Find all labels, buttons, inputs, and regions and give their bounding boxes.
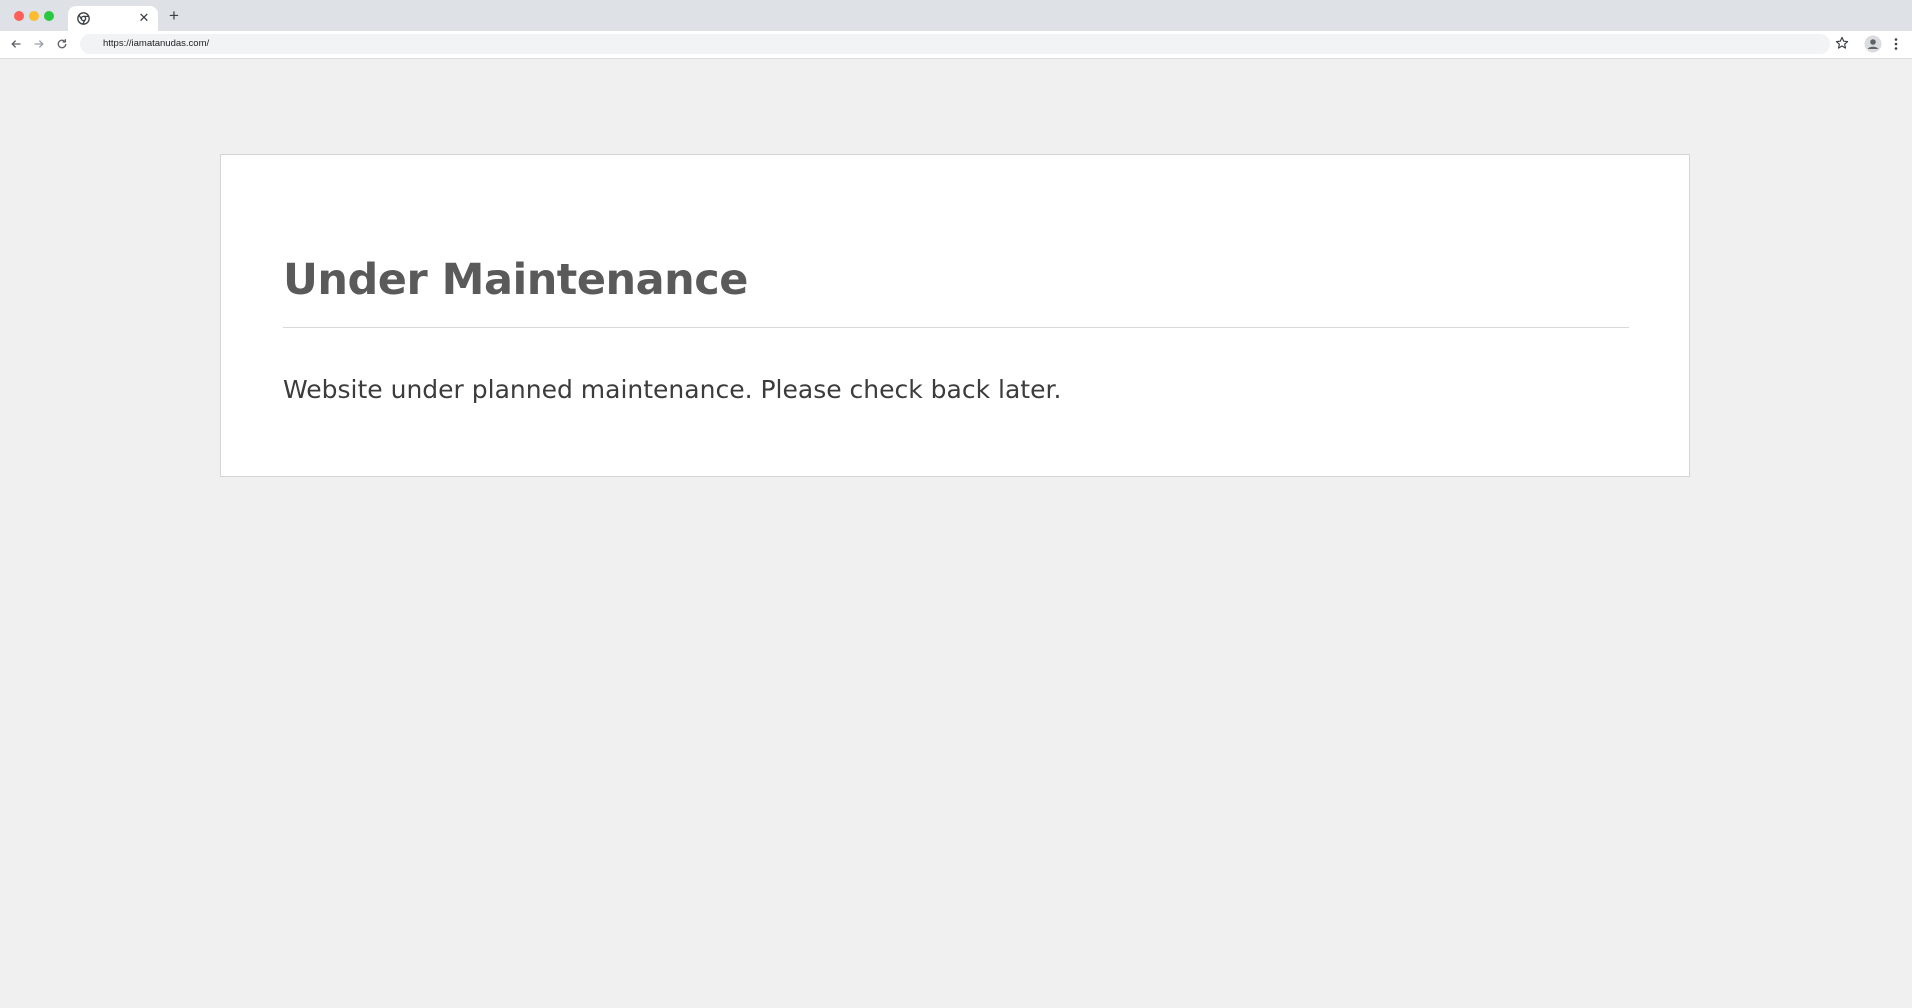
forward-arrow-icon[interactable] [31,36,47,52]
back-arrow-icon[interactable] [8,36,24,52]
browser-tab-strip: ✕ + [0,0,1912,31]
browser-toolbar: https://iamatanudas.com/ [0,31,1912,59]
title-divider [283,327,1629,328]
star-icon[interactable] [1835,36,1851,52]
tab-close-icon[interactable]: ✕ [136,10,152,26]
reload-icon[interactable] [54,36,70,52]
chrome-globe-icon [77,12,90,25]
window-zoom-button[interactable] [44,11,54,21]
maintenance-card: Under Maintenance Website under planned … [220,154,1690,477]
new-tab-button[interactable]: + [166,7,182,24]
window-close-button[interactable] [14,11,24,21]
address-bar-url[interactable]: https://iamatanudas.com/ [103,34,209,54]
browser-tab[interactable]: ✕ [68,6,158,31]
page-title: Under Maintenance [283,255,748,305]
address-bar[interactable]: https://iamatanudas.com/ [80,34,1830,54]
profile-avatar-icon[interactable] [1864,35,1882,53]
more-vert-icon[interactable] [1888,36,1904,52]
window-minimize-button[interactable] [29,11,39,21]
maintenance-message: Website under planned maintenance. Pleas… [283,375,1062,404]
